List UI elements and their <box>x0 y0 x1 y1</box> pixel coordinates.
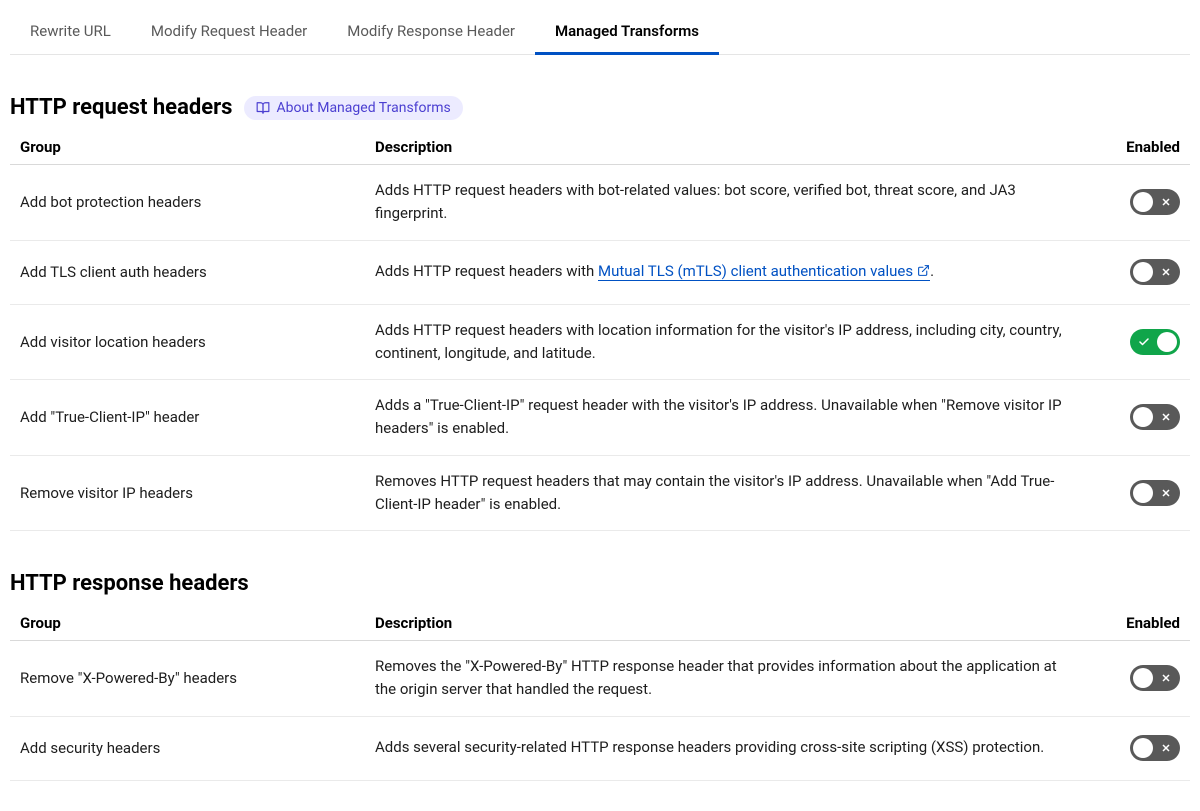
row-description: Adds HTTP request headers with bot-relat… <box>375 179 1090 226</box>
row-toggle-cell <box>1090 735 1180 761</box>
section-title: HTTP request headers <box>10 95 232 120</box>
row-toggle-cell <box>1090 404 1180 430</box>
row-group-label: Add bot protection headers <box>20 193 375 211</box>
toggle-knob <box>1133 668 1153 688</box>
book-icon <box>256 101 270 115</box>
row-description: Adds several security-related HTTP respo… <box>375 736 1090 759</box>
column-header-group: Group <box>20 138 375 156</box>
toggle-knob <box>1133 192 1153 212</box>
toggle-knob <box>1157 332 1177 352</box>
tab-rewrite-url[interactable]: Rewrite URL <box>10 10 131 55</box>
desc-text: . <box>930 262 934 280</box>
toggle-knob <box>1133 738 1153 758</box>
row-description: Removes the "X-Powered-By" HTTP response… <box>375 655 1090 702</box>
section-request-headers: HTTP request headers About Managed Trans… <box>10 95 1190 531</box>
link-text: Mutual TLS (mTLS) client authentication … <box>598 262 913 280</box>
row-group-label: Add visitor location headers <box>20 333 375 351</box>
toggle-tls-client-auth[interactable] <box>1130 259 1180 285</box>
toggle-visitor-location[interactable] <box>1130 329 1180 355</box>
table-row: Remove "X-Powered-By" headers Removes th… <box>10 641 1190 717</box>
table-header-row: Group Description Enabled <box>10 130 1190 165</box>
desc-text: Adds HTTP request headers with <box>375 262 598 280</box>
response-headers-table: Group Description Enabled Remove "X-Powe… <box>10 606 1190 781</box>
row-toggle-cell <box>1090 259 1180 285</box>
desc-text: Adds HTTP request headers with bot-relat… <box>375 181 1016 222</box>
toggle-knob <box>1133 262 1153 282</box>
toggle-knob <box>1133 407 1153 427</box>
toggle-knob <box>1133 483 1153 503</box>
check-icon <box>1138 336 1150 348</box>
close-icon <box>1160 411 1172 423</box>
table-row: Add "True-Client-IP" header Adds a "True… <box>10 380 1190 456</box>
close-icon <box>1160 196 1172 208</box>
close-icon <box>1160 487 1172 499</box>
row-description: Adds HTTP request headers with location … <box>375 319 1090 366</box>
section-header: HTTP response headers <box>10 571 1190 596</box>
column-header-group: Group <box>20 614 375 632</box>
column-header-enabled: Enabled <box>1090 614 1180 632</box>
desc-text: Adds several security-related HTTP respo… <box>375 738 1044 756</box>
about-managed-transforms-link[interactable]: About Managed Transforms <box>244 96 462 120</box>
column-header-enabled: Enabled <box>1090 138 1180 156</box>
toggle-true-client-ip[interactable] <box>1130 404 1180 430</box>
row-toggle-cell <box>1090 480 1180 506</box>
about-link-label: About Managed Transforms <box>276 100 450 116</box>
toggle-bot-protection[interactable] <box>1130 189 1180 215</box>
desc-text: Removes the "X-Powered-By" HTTP response… <box>375 657 1057 698</box>
tab-modify-request-header[interactable]: Modify Request Header <box>131 10 327 55</box>
section-title: HTTP response headers <box>10 571 249 596</box>
external-link-icon <box>917 264 930 277</box>
row-toggle-cell <box>1090 329 1180 355</box>
row-toggle-cell <box>1090 189 1180 215</box>
section-response-headers: HTTP response headers Group Description … <box>10 571 1190 781</box>
table-row: Add visitor location headers Adds HTTP r… <box>10 305 1190 381</box>
row-group-label: Add "True-Client-IP" header <box>20 408 375 426</box>
tab-modify-response-header[interactable]: Modify Response Header <box>327 10 535 55</box>
toggle-remove-x-powered-by[interactable] <box>1130 665 1180 691</box>
tab-managed-transforms[interactable]: Managed Transforms <box>535 10 719 55</box>
table-row: Add security headers Adds several securi… <box>10 717 1190 781</box>
table-row: Add bot protection headers Adds HTTP req… <box>10 165 1190 241</box>
column-header-description: Description <box>375 138 1090 156</box>
toggle-remove-visitor-ip[interactable] <box>1130 480 1180 506</box>
section-header: HTTP request headers About Managed Trans… <box>10 95 1190 120</box>
close-icon <box>1160 742 1172 754</box>
table-row: Remove visitor IP headers Removes HTTP r… <box>10 456 1190 532</box>
row-description: Adds a "True-Client-IP" request header w… <box>375 394 1090 441</box>
column-header-description: Description <box>375 614 1090 632</box>
close-icon <box>1160 672 1172 684</box>
close-icon <box>1160 266 1172 278</box>
row-description: Removes HTTP request headers that may co… <box>375 470 1090 517</box>
row-group-label: Remove "X-Powered-By" headers <box>20 669 375 687</box>
mtls-docs-link[interactable]: Mutual TLS (mTLS) client authentication … <box>598 262 930 281</box>
tabs: Rewrite URL Modify Request Header Modify… <box>10 10 1190 55</box>
request-headers-table: Group Description Enabled Add bot protec… <box>10 130 1190 531</box>
desc-text: Adds a "True-Client-IP" request header w… <box>375 396 1062 437</box>
desc-text: Removes HTTP request headers that may co… <box>375 472 1054 513</box>
table-header-row: Group Description Enabled <box>10 606 1190 641</box>
row-group-label: Remove visitor IP headers <box>20 484 375 502</box>
toggle-add-security-headers[interactable] <box>1130 735 1180 761</box>
row-toggle-cell <box>1090 665 1180 691</box>
row-group-label: Add TLS client auth headers <box>20 263 375 281</box>
row-description: Adds HTTP request headers with Mutual TL… <box>375 260 1090 283</box>
table-row: Add TLS client auth headers Adds HTTP re… <box>10 241 1190 305</box>
desc-text: Adds HTTP request headers with location … <box>375 321 1062 362</box>
